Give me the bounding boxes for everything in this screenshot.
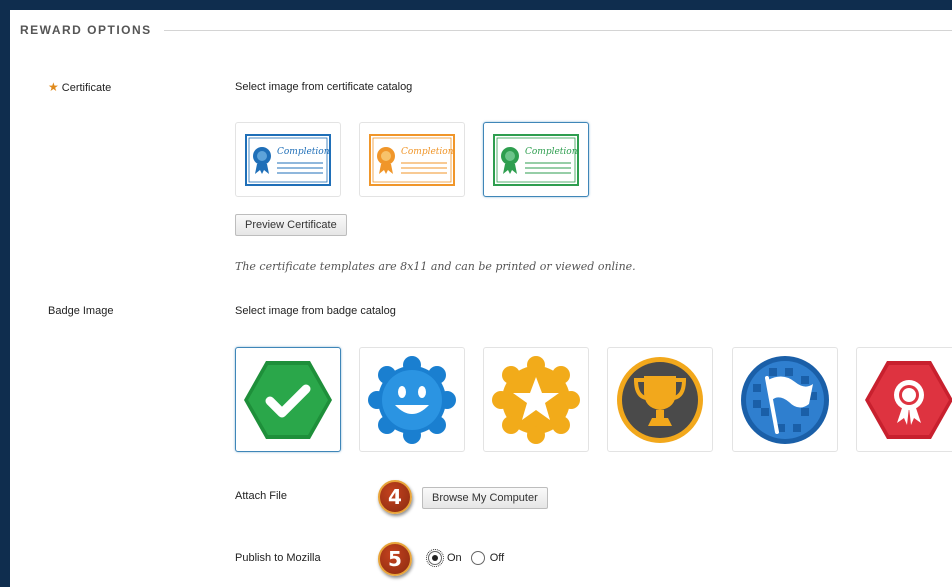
step-5-marker: 5 [378,542,412,576]
badge-thumb-trophy[interactable] [607,347,713,452]
certificate-blue-icon: Completion [245,133,331,186]
publish-radio-group: On Off [426,549,505,567]
browse-my-computer-button[interactable]: Browse My Computer [422,487,548,509]
svg-text:Completion: Completion [277,147,330,157]
certificate-thumb-blue[interactable]: Completion [235,122,341,197]
publish-on-label: On [447,552,462,564]
badge-thumb-smiley[interactable] [359,347,465,452]
certificate-orange-icon: Completion [369,133,455,186]
step-4-marker: 4 [378,480,412,514]
svg-text:Completion: Completion [525,147,578,157]
section-header: REWARD OPTIONS [20,22,952,38]
certificate-label: Certificate [61,82,112,94]
publish-on-radio[interactable] [426,549,444,567]
star-badge-icon [492,355,580,444]
badge-thumb-flag[interactable] [732,347,838,452]
radio-selected-dot [432,555,438,561]
badge-thumb-ribbon[interactable] [856,347,952,452]
publish-off-label: Off [489,552,505,564]
publish-to-mozilla-label: Publish to Mozilla [235,552,321,564]
certificate-thumb-green[interactable]: Completion [483,122,589,197]
certificate-instruction: Select image from certificate catalog [235,81,413,93]
ribbon-badge-icon [865,360,952,439]
smiley-badge-icon [368,355,456,444]
certificate-note: The certificate templates are 8x11 and c… [235,260,636,273]
certificate-thumb-orange[interactable]: Completion [359,122,465,197]
preview-certificate-button[interactable]: Preview Certificate [235,214,347,236]
section-divider [163,29,952,31]
publish-off-radio[interactable] [470,551,485,565]
svg-text:Completion: Completion [401,147,454,157]
required-star-icon: ★ [48,80,59,94]
section-title: REWARD OPTIONS [20,23,152,37]
trophy-badge-icon [617,356,703,443]
badge-image-label: Badge Image [48,305,114,317]
reward-options-panel: REWARD OPTIONS ★ Certificate Select image… [10,10,952,587]
certificate-green-icon: Completion [493,133,579,186]
attach-file-label: Attach File [235,490,287,502]
flag-badge-icon [741,355,829,444]
checkmark-badge-icon [244,360,332,439]
badge-thumb-star[interactable] [483,347,589,452]
badge-thumb-checkmark[interactable] [235,347,341,452]
certificate-label-wrap: ★ Certificate [48,80,111,94]
badge-instruction: Select image from badge catalog [235,305,396,317]
